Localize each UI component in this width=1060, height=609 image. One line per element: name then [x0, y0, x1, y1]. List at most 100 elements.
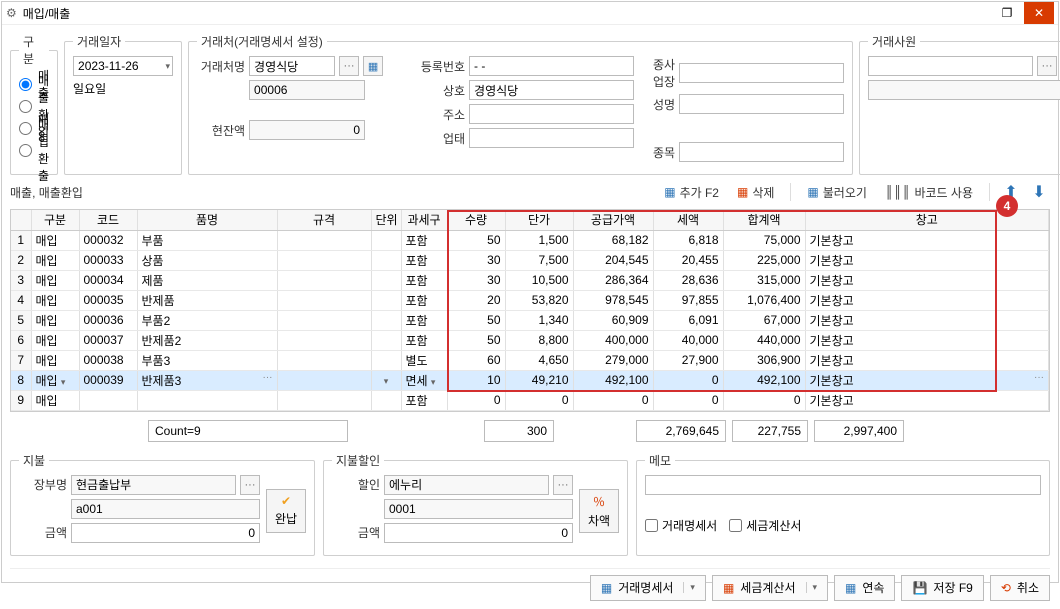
- cell[interactable]: 40,000: [653, 330, 723, 350]
- book-input[interactable]: [71, 475, 236, 495]
- cell[interactable]: [371, 330, 401, 350]
- maximize-button[interactable]: ❐: [992, 2, 1022, 24]
- cell[interactable]: 기본창고: [805, 310, 1049, 330]
- cell[interactable]: 기본창고: [805, 290, 1049, 310]
- cell[interactable]: 492,100: [573, 370, 653, 390]
- cell[interactable]: 면세 ▾: [401, 370, 447, 390]
- table-row[interactable]: 2매입000033상품포함307,500204,54520,455225,000…: [11, 250, 1049, 270]
- cell[interactable]: 별도: [401, 350, 447, 370]
- cell[interactable]: 20,455: [653, 250, 723, 270]
- cell[interactable]: 0: [505, 390, 573, 410]
- cell[interactable]: 매입: [31, 390, 79, 410]
- diff-button[interactable]: ％차액: [579, 489, 619, 533]
- cell[interactable]: [371, 350, 401, 370]
- cell[interactable]: 000036: [79, 310, 137, 330]
- cell[interactable]: ▾: [371, 370, 401, 390]
- cell[interactable]: 반제품: [137, 290, 277, 310]
- cell[interactable]: 부품2: [137, 310, 277, 330]
- col-header[interactable]: 합계액: [723, 210, 805, 230]
- cell[interactable]: 1,340: [505, 310, 573, 330]
- cell[interactable]: 9: [11, 390, 31, 410]
- cell[interactable]: 기본창고: [805, 230, 1049, 250]
- cell[interactable]: 5: [11, 310, 31, 330]
- radio-purchase[interactable]: [19, 122, 32, 135]
- cell[interactable]: 기본창고 ···: [805, 370, 1049, 390]
- cell[interactable]: 1: [11, 230, 31, 250]
- regno-input[interactable]: [469, 56, 634, 76]
- cell[interactable]: 4,650: [505, 350, 573, 370]
- cell[interactable]: 매입 ▾: [31, 370, 79, 390]
- cell[interactable]: 306,900: [723, 350, 805, 370]
- cell[interactable]: 포함: [401, 250, 447, 270]
- cell[interactable]: 000034: [79, 270, 137, 290]
- cell[interactable]: 포함: [401, 290, 447, 310]
- radio-sales-return[interactable]: [19, 100, 32, 113]
- col-header[interactable]: 코드: [79, 210, 137, 230]
- cell[interactable]: 제품: [137, 270, 277, 290]
- close-button[interactable]: ✕: [1024, 2, 1054, 24]
- cell[interactable]: 315,000: [723, 270, 805, 290]
- emp-input[interactable]: [868, 56, 1033, 76]
- table-row[interactable]: 4매입000035반제품포함2053,820978,54597,8551,076…: [11, 290, 1049, 310]
- cell[interactable]: 204,545: [573, 250, 653, 270]
- chk-stmt[interactable]: 거래명세서: [645, 517, 717, 534]
- person-input[interactable]: [679, 94, 844, 114]
- cell[interactable]: 기본창고: [805, 390, 1049, 410]
- col-header[interactable]: 단위: [371, 210, 401, 230]
- cell[interactable]: 포함: [401, 330, 447, 350]
- cell[interactable]: [371, 230, 401, 250]
- cell[interactable]: 1,500: [505, 230, 573, 250]
- cell[interactable]: [137, 390, 277, 410]
- add-row-button[interactable]: ▦추가 F2: [658, 182, 725, 203]
- book-lookup-button[interactable]: ···: [240, 475, 260, 495]
- table-row[interactable]: 6매입000037반제품2포함508,800400,00040,000440,0…: [11, 330, 1049, 350]
- move-down-button[interactable]: ⬇: [1028, 181, 1050, 203]
- cell[interactable]: 4: [11, 290, 31, 310]
- cell[interactable]: 97,855: [653, 290, 723, 310]
- cell[interactable]: 000032: [79, 230, 137, 250]
- col-header[interactable]: 공급가액: [573, 210, 653, 230]
- cell[interactable]: 000037: [79, 330, 137, 350]
- col-header[interactable]: 세액: [653, 210, 723, 230]
- site-input[interactable]: [679, 63, 844, 83]
- cell[interactable]: [277, 250, 371, 270]
- col-header[interactable]: 품명: [137, 210, 277, 230]
- cell[interactable]: [371, 390, 401, 410]
- tax-invoice-button[interactable]: ▦세금계산서▾: [712, 575, 828, 601]
- cell[interactable]: 3: [11, 270, 31, 290]
- cell[interactable]: 440,000: [723, 330, 805, 350]
- cell[interactable]: 10: [447, 370, 505, 390]
- partner-name-input[interactable]: [249, 56, 335, 76]
- cell[interactable]: [371, 270, 401, 290]
- cell[interactable]: 30: [447, 250, 505, 270]
- cell[interactable]: 75,000: [723, 230, 805, 250]
- company-input[interactable]: [469, 80, 634, 100]
- cell[interactable]: 000039: [79, 370, 137, 390]
- cell[interactable]: 매입: [31, 330, 79, 350]
- table-row[interactable]: 3매입000034제품포함3010,500286,36428,636315,00…: [11, 270, 1049, 290]
- cell[interactable]: 60,909: [573, 310, 653, 330]
- date-combo[interactable]: 2023-11-26 ▾: [73, 56, 173, 76]
- cell[interactable]: 400,000: [573, 330, 653, 350]
- memo-input[interactable]: [645, 475, 1041, 495]
- col-header[interactable]: 구분: [31, 210, 79, 230]
- barcode-button[interactable]: ║║║바코드 사용: [879, 182, 979, 203]
- cell[interactable]: 49,210: [505, 370, 573, 390]
- table-row[interactable]: 8매입 ▾000039반제품3 ··· ▾면세 ▾1049,210492,100…: [11, 370, 1049, 390]
- cell[interactable]: 매입: [31, 310, 79, 330]
- cell[interactable]: 10,500: [505, 270, 573, 290]
- cell[interactable]: 50: [447, 330, 505, 350]
- cell[interactable]: 부품: [137, 230, 277, 250]
- cell[interactable]: 매입: [31, 250, 79, 270]
- radio-sales[interactable]: [19, 78, 32, 91]
- chk-tax[interactable]: 세금계산서: [729, 517, 801, 534]
- col-header[interactable]: 규격: [277, 210, 371, 230]
- cell[interactable]: 53,820: [505, 290, 573, 310]
- cell[interactable]: 67,000: [723, 310, 805, 330]
- cell[interactable]: 30: [447, 270, 505, 290]
- cell[interactable]: [277, 310, 371, 330]
- table-row[interactable]: 9매입포함00000기본창고: [11, 390, 1049, 410]
- cell[interactable]: 7: [11, 350, 31, 370]
- cell[interactable]: [277, 370, 371, 390]
- cell[interactable]: [277, 350, 371, 370]
